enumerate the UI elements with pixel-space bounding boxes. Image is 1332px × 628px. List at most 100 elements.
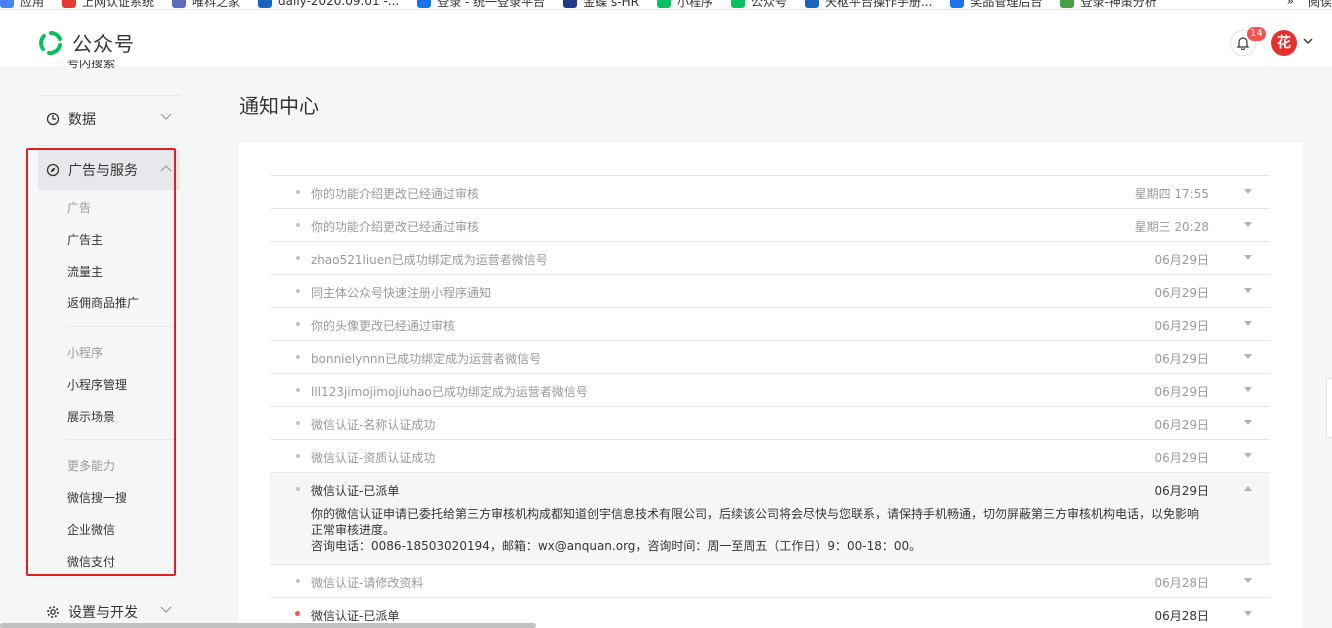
- notification-date: 06月29日: [1154, 484, 1209, 498]
- notification-date: 06月29日: [1154, 286, 1209, 300]
- highlight-box: [26, 148, 176, 576]
- notification-date: 06月28日: [1154, 576, 1209, 590]
- horizontal-scrollbar[interactable]: [0, 623, 536, 628]
- notification-row[interactable]: bonnielynnn已成功绑定成为运营者微信号 06月29日: [270, 341, 1270, 374]
- notification-title: 你的功能介绍更改已经通过审核: [311, 220, 480, 234]
- bookmark-icon: [258, 0, 273, 8]
- notification-row[interactable]: 你的功能介绍更改已经通过审核 星期四 17:55: [270, 176, 1270, 209]
- notification-title: bonnielynnn已成功绑定成为运营者微信号: [311, 352, 542, 366]
- notification-date: 06月29日: [1154, 352, 1209, 366]
- sidebar-subheading: 小程序: [67, 346, 104, 360]
- notification-date: 星期四 17:55: [1134, 187, 1209, 201]
- chevron-down-icon[interactable]: [1303, 38, 1313, 44]
- caret-down-icon[interactable]: [1244, 387, 1252, 392]
- chevron-down-icon: [160, 113, 172, 120]
- caret-down-icon[interactable]: [1244, 578, 1252, 583]
- notification-row[interactable]: 微信认证-已派单 06月29日 你的微信认证申请已委托给第三方审核机构成都知道创宇信…: [270, 473, 1270, 565]
- notification-content: 你的微信认证申请已委托给第三方审核机构成都知道创宇信息技术有限公司，后续该公司将…: [311, 506, 1201, 554]
- bookmark-item[interactable]: 登录 - 统一登录平台: [417, 0, 545, 9]
- caret-down-icon[interactable]: [1244, 420, 1252, 425]
- bullet-dot: [296, 322, 300, 326]
- bookmark-label: 金蝶 s-HR: [583, 0, 639, 9]
- bookmark-icon: [804, 0, 819, 8]
- notification-row[interactable]: 同主体公众号快速注册小程序通知 06月29日: [270, 275, 1270, 308]
- sidebar-item-publisher[interactable]: 流量主: [67, 263, 103, 280]
- bullet-dot: [296, 190, 300, 194]
- caret-down-icon[interactable]: [1244, 222, 1252, 227]
- sidebar-group-data[interactable]: 数据: [38, 99, 180, 139]
- notification-row[interactable]: 微信认证-资质认证成功 06月29日: [270, 440, 1270, 473]
- gear-icon: [46, 605, 60, 619]
- notification-title: 微信认证-名称认证成功: [311, 418, 436, 432]
- bookmark-item[interactable]: 小程序: [656, 0, 713, 9]
- bookmark-item[interactable]: 天枢平台操作手册...: [804, 0, 932, 9]
- bookmark-item[interactable]: 上网认证系统: [62, 0, 155, 9]
- bookmark-label: 奖品管理后台: [970, 0, 1043, 9]
- bookmark-label: 公众号: [750, 0, 787, 9]
- notification-date: 06月29日: [1154, 451, 1209, 465]
- caret-down-icon[interactable]: [1244, 288, 1252, 293]
- notification-title: 微信认证-资质认证成功: [311, 451, 436, 465]
- sidebar-divider: [67, 439, 175, 440]
- sidebar-subheading: 更多能力: [67, 459, 116, 473]
- caret-down-icon[interactable]: [1244, 255, 1252, 260]
- caret-down-icon[interactable]: [1244, 354, 1252, 359]
- bookmarks-more-button[interactable]: »: [1287, 0, 1294, 8]
- sidebar-item-wechat-pay[interactable]: 微信支付: [67, 553, 115, 570]
- side-floating-tab[interactable]: [1326, 378, 1332, 438]
- notification-row[interactable]: lll123jimojimojiuhao已成功绑定成为运营者微信号 06月29日: [270, 374, 1270, 407]
- sidebar-group-label: 数据: [68, 112, 96, 128]
- bullet-dot: [296, 421, 300, 425]
- sidebar-divider: [67, 326, 175, 327]
- bookmark-item[interactable]: daily-2020.09.01 -...: [258, 0, 399, 8]
- bookmark-item[interactable]: 唯科之家: [172, 0, 240, 9]
- notification-title: 同主体公众号快速注册小程序通知: [311, 286, 492, 300]
- caret-down-icon[interactable]: [1244, 453, 1252, 458]
- bookmark-item[interactable]: 应用: [0, 0, 44, 9]
- notification-row[interactable]: zhao521liuen已成功绑定成为运营者微信号 06月29日: [270, 242, 1270, 275]
- sidebar-item-wechat-search[interactable]: 微信搜一搜: [67, 489, 127, 506]
- sidebar-item-search[interactable]: 号内搜索: [67, 60, 115, 72]
- notification-row[interactable]: 你的头像更改已经通过审核 06月29日: [270, 308, 1270, 341]
- compass-icon: [46, 163, 60, 177]
- sidebar-item-miniprogram-manage[interactable]: 小程序管理: [67, 376, 127, 393]
- notification-content-line: 咨询电话：0086-18503020194，邮箱：wx@anquan.org，咨…: [311, 539, 922, 553]
- notification-row[interactable]: 微信认证-请修改资料 06月28日: [270, 565, 1270, 598]
- notification-row[interactable]: 你的功能介绍更改已经通过审核 星期三 20:28: [270, 209, 1270, 242]
- sidebar-item-advertiser[interactable]: 广告主: [67, 231, 103, 248]
- notification-date: 06月29日: [1154, 418, 1209, 432]
- bullet-dot: [296, 487, 300, 491]
- reading-list-button[interactable]: 阅读: [1308, 0, 1332, 9]
- avatar[interactable]: 花: [1271, 30, 1297, 56]
- logo[interactable]: 公众号: [38, 28, 135, 57]
- bookmark-item[interactable]: 金蝶 s-HR: [563, 0, 639, 9]
- sidebar-item-commission-promo[interactable]: 返佣商品推广: [67, 294, 139, 311]
- chevron-up-icon: [160, 165, 172, 172]
- notification-title: 你的功能介绍更改已经通过审核: [311, 187, 480, 201]
- caret-up-icon[interactable]: [1244, 486, 1252, 491]
- sidebar-group-label: 设置与开发: [68, 605, 138, 621]
- logo-text: 公众号: [72, 32, 135, 56]
- sidebar-divider: [38, 95, 180, 96]
- wechat-mp-logo-icon: [39, 30, 62, 55]
- bookmark-icon: [950, 0, 965, 8]
- bookmark-item[interactable]: 登录-神策分析: [1060, 0, 1157, 9]
- sidebar-item-wecom[interactable]: 企业微信: [67, 521, 115, 538]
- bookmark-item[interactable]: 奖品管理后台: [950, 0, 1043, 9]
- notification-row[interactable]: 微信认证-名称认证成功 06月29日: [270, 407, 1270, 440]
- unread-dot: [295, 611, 300, 616]
- bookmark-label: 小程序: [676, 0, 713, 9]
- caret-down-icon[interactable]: [1244, 321, 1252, 326]
- caret-down-icon[interactable]: [1244, 189, 1252, 194]
- notification-panel: 你的功能介绍更改已经通过审核 星期四 17:55 你的功能介绍更改已经通过审核 星期三…: [239, 143, 1303, 628]
- bookmark-icon: [656, 0, 671, 8]
- caret-down-icon[interactable]: [1244, 611, 1252, 616]
- bookmark-icon: [730, 0, 745, 8]
- bookmark-label: 登录-神策分析: [1080, 0, 1157, 9]
- bookmark-icon: [563, 0, 578, 8]
- bookmark-icon: [0, 0, 14, 8]
- sidebar-group-ads-services[interactable]: 广告与服务: [38, 150, 180, 190]
- sidebar-item-display-scenes[interactable]: 展示场景: [67, 408, 115, 425]
- bookmark-label: 上网认证系统: [82, 0, 155, 9]
- bookmark-item[interactable]: 公众号: [730, 0, 787, 9]
